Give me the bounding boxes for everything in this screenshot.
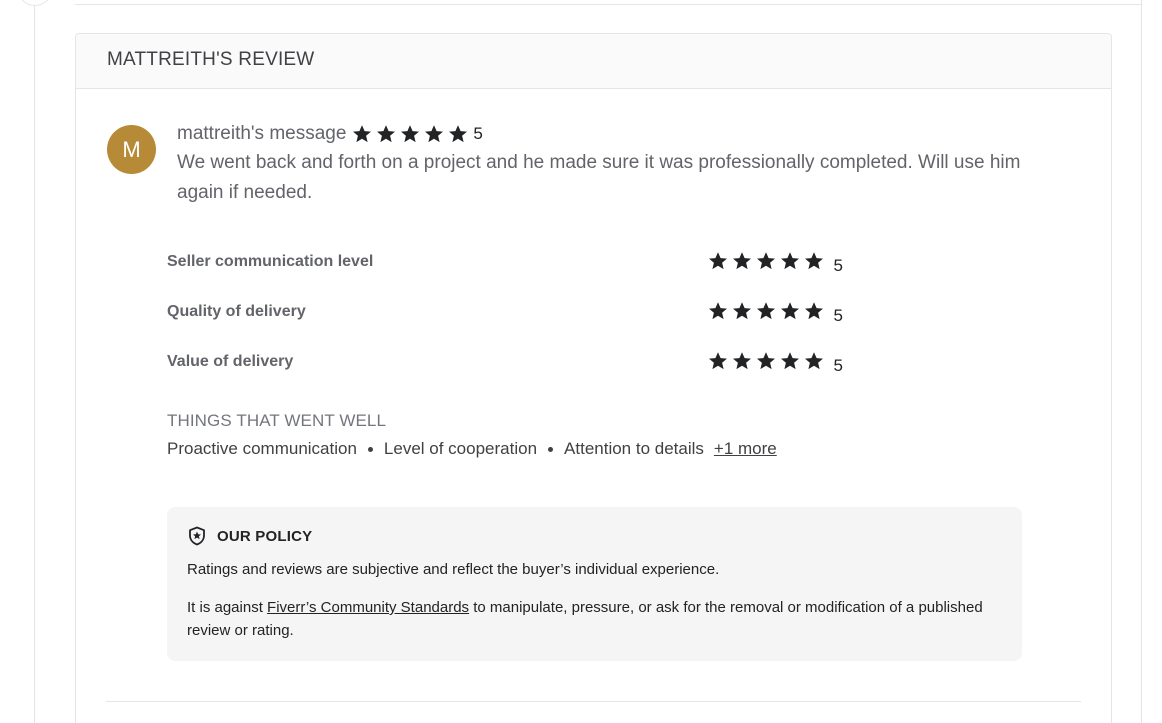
policy-header: OUR POLICY <box>187 525 1002 547</box>
rating-breakdown: Seller communication level 5 Quality of … <box>167 247 867 397</box>
star-rating <box>708 351 828 371</box>
star-icon <box>804 301 824 321</box>
rating-label: Quality of delivery <box>167 303 306 320</box>
star-icon <box>804 351 824 371</box>
rating-stars-group: 5 <box>708 251 843 276</box>
star-icon <box>756 351 776 371</box>
shield-star-icon <box>187 526 207 546</box>
star-icon <box>780 301 800 321</box>
overall-score: 5 <box>473 124 483 143</box>
rating-label: Seller communication level <box>167 253 374 270</box>
message-header: mattreith's message 5 <box>177 121 483 147</box>
tag: Level of cooperation <box>383 439 538 458</box>
rating-row-value: Value of delivery 5 <box>167 347 867 397</box>
message-body: We went back and forth on a project and … <box>177 152 1021 203</box>
star-icon <box>376 124 396 144</box>
bullet-separator <box>367 446 373 452</box>
review-card: MATTREITH'S REVIEW M mattreith's message… <box>75 33 1112 723</box>
more-tags-link[interactable]: +1 more <box>714 439 777 459</box>
things-went-well-tags: Proactive communication Level of coopera… <box>167 439 777 459</box>
star-icon <box>708 251 728 271</box>
star-rating <box>708 251 828 271</box>
rating-score: 5 <box>833 306 843 325</box>
rating-row-communication: Seller communication level 5 <box>167 247 867 297</box>
policy-text-community: It is against Fiverr’s Community Standar… <box>187 596 1002 642</box>
star-icon <box>756 251 776 271</box>
rating-stars-group: 5 <box>708 301 843 326</box>
star-icon <box>708 301 728 321</box>
star-icon <box>732 251 752 271</box>
star-icon <box>756 301 776 321</box>
rating-score: 5 <box>833 356 843 375</box>
top-divider <box>75 4 1142 5</box>
policy-title: OUR POLICY <box>217 527 313 545</box>
review-title: MATTREITH'S REVIEW <box>107 49 315 70</box>
things-went-well-title: THINGS THAT WENT WELL <box>167 411 387 430</box>
review-card-header: MATTREITH'S REVIEW <box>76 34 1111 89</box>
message-title: mattreith's message <box>177 123 347 144</box>
tag: Proactive communication <box>167 439 357 458</box>
avatar[interactable]: M <box>107 125 156 174</box>
tag: Attention to details <box>564 439 704 458</box>
star-icon <box>804 251 824 271</box>
bullet-separator <box>548 446 554 452</box>
star-rating <box>708 301 828 321</box>
star-icon <box>708 351 728 371</box>
star-icon <box>780 251 800 271</box>
rating-row-quality: Quality of delivery 5 <box>167 297 867 347</box>
policy-text-prefix: It is against <box>187 599 268 616</box>
rating-label: Value of delivery <box>167 353 294 370</box>
bottom-divider <box>106 701 1081 702</box>
star-icon <box>780 351 800 371</box>
star-icon <box>448 124 468 144</box>
rating-stars-group: 5 <box>708 351 843 376</box>
community-standards-link[interactable]: Fiverr’s Community Standards <box>267 599 469 616</box>
policy-box: OUR POLICY Ratings and reviews are subje… <box>167 507 1022 661</box>
star-icon <box>424 124 444 144</box>
rating-score: 5 <box>833 256 843 275</box>
policy-text: Ratings and reviews are subjective and r… <box>187 561 720 578</box>
star-icon <box>732 301 752 321</box>
overall-star-rating <box>352 124 472 144</box>
star-icon <box>732 351 752 371</box>
star-icon <box>352 124 372 144</box>
page: MATTREITH'S REVIEW M mattreith's message… <box>0 0 1162 723</box>
star-icon <box>400 124 420 144</box>
